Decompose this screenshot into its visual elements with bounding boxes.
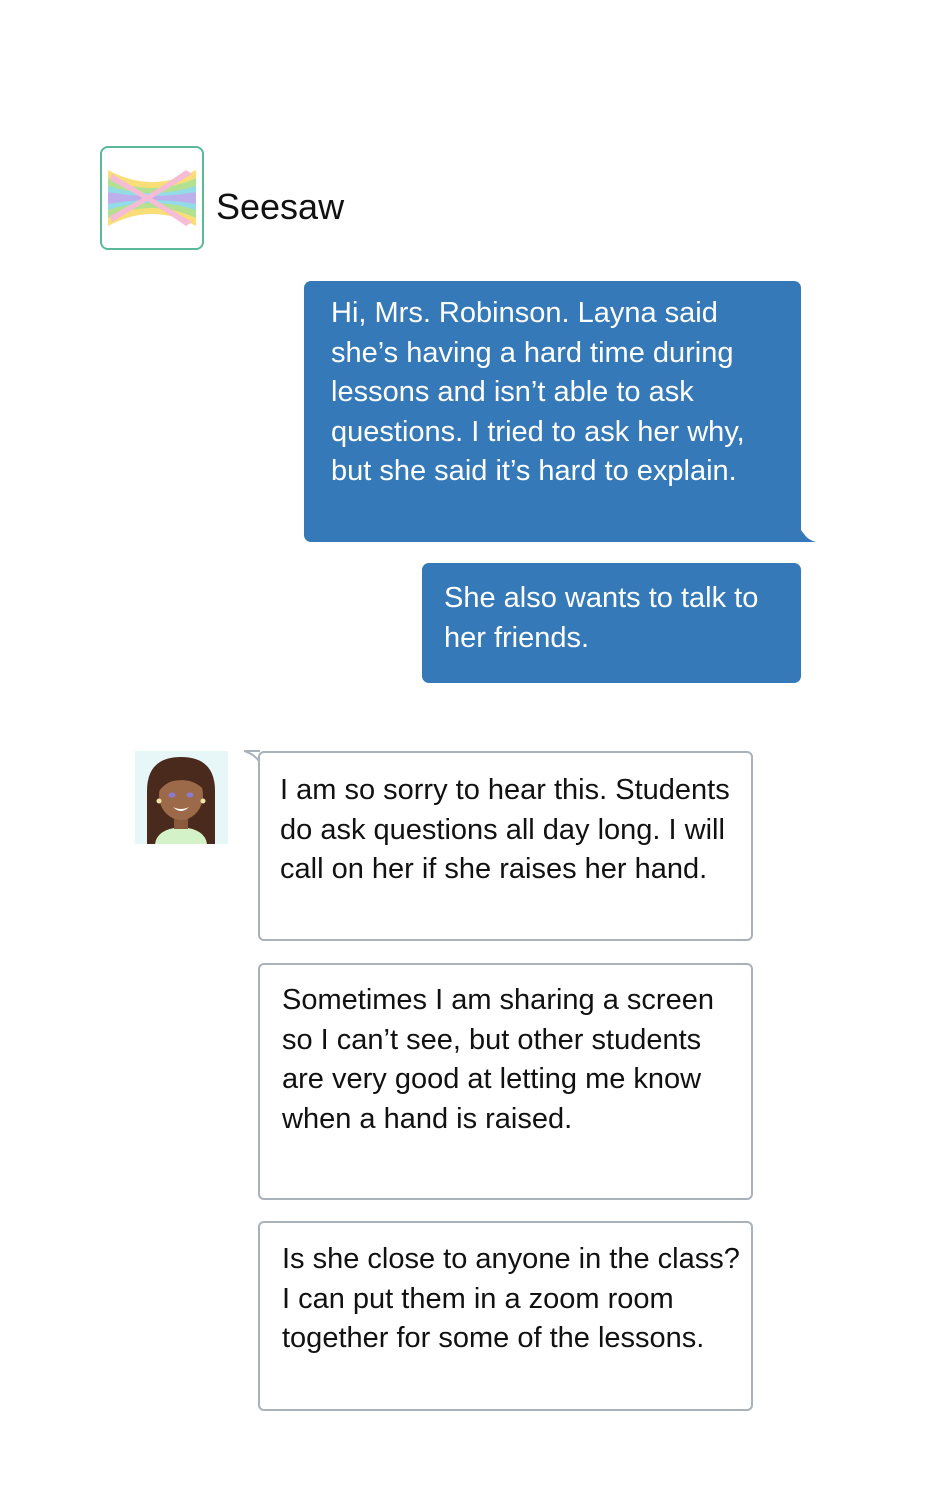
incoming-message-bubble: Is she close to anyone in the class? I c… bbox=[258, 1221, 753, 1411]
outgoing-message-bubble: She also wants to talk to her friends. bbox=[422, 563, 801, 683]
seesaw-logo-icon bbox=[100, 146, 204, 250]
incoming-message-bubble: Sometimes I am sharing a screen so I can… bbox=[258, 963, 753, 1200]
incoming-message-text: I am so sorry to hear this. Students do … bbox=[280, 774, 730, 885]
incoming-message-text: Sometimes I am sharing a screen so I can… bbox=[282, 984, 714, 1135]
outgoing-message-bubble: Hi, Mrs. Robinson. Layna said she’s havi… bbox=[304, 281, 801, 542]
teacher-avatar-icon bbox=[135, 751, 228, 844]
outgoing-message-text: Hi, Mrs. Robinson. Layna said she’s havi… bbox=[331, 297, 745, 487]
outgoing-message-text: She also wants to talk to her friends. bbox=[444, 582, 759, 654]
bubble-tail-icon bbox=[790, 516, 816, 542]
app-name: Seesaw bbox=[216, 186, 345, 227]
incoming-message-bubble: I am so sorry to hear this. Students do … bbox=[258, 751, 753, 941]
incoming-message-text: Is she close to anyone in the class? I c… bbox=[282, 1243, 740, 1354]
